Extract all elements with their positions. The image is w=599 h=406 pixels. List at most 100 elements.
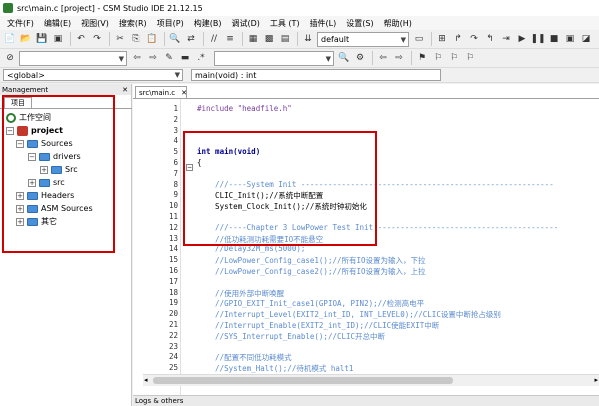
bookmark-next-icon[interactable]: ⚐	[447, 51, 461, 65]
chevron-down-icon: ▼	[400, 35, 406, 44]
arrow-left-icon[interactable]: ⇦	[130, 51, 144, 65]
run-to-cursor-icon[interactable]: ⇥	[499, 32, 513, 46]
horizontal-scrollbar[interactable]: ◂ ▸	[143, 374, 599, 386]
management-title: Management	[2, 85, 49, 94]
cut-icon[interactable]: ✂	[113, 32, 127, 46]
toolbar-separator	[164, 32, 165, 46]
tab-main-c[interactable]: src\main.c ✕	[135, 86, 187, 98]
scroll-right-icon[interactable]: ▸	[594, 376, 598, 384]
line-number: 13	[168, 233, 178, 243]
scope-select[interactable]: <global> ▼	[3, 69, 183, 81]
menu-settings[interactable]: 设置(S)	[341, 18, 378, 29]
download-icon[interactable]: ⇊	[301, 32, 315, 46]
function-select[interactable]: main(void) : int	[191, 69, 441, 81]
search-options-icon[interactable]: ⚙	[353, 51, 367, 65]
toolbar-separator	[70, 32, 71, 46]
line-number: 19	[168, 298, 178, 308]
build-config-value: default	[321, 34, 350, 44]
jump-forward-icon[interactable]: ⇨	[392, 51, 406, 65]
chevron-down-icon: ▼	[174, 71, 180, 79]
app-icon	[3, 3, 13, 13]
line-number: 9	[173, 190, 178, 200]
search-icon[interactable]: 🔍	[337, 51, 351, 65]
save-icon[interactable]: 💾	[35, 32, 49, 46]
step-over-icon[interactable]: ↷	[467, 32, 481, 46]
code-line: //配置不同低功耗模式	[197, 353, 292, 363]
arrow-right-icon[interactable]: ⇨	[146, 51, 160, 65]
toolbar-separator	[242, 32, 243, 46]
scroll-left-icon[interactable]: ◂	[144, 376, 148, 384]
code-completion-icon[interactable]: ⊘	[3, 51, 17, 65]
line-number: 11	[168, 212, 178, 221]
line-number: 14	[168, 244, 178, 254]
scope-value: <global>	[7, 70, 45, 80]
menu-file[interactable]: 文件(F)	[2, 18, 39, 29]
pause-icon[interactable]: ❚❚	[530, 32, 545, 46]
save-all-icon[interactable]: ▣	[51, 32, 65, 46]
undo-icon[interactable]: ↶	[74, 32, 88, 46]
line-number: 16	[168, 266, 178, 275]
regex-icon[interactable]: .*	[194, 51, 208, 65]
close-icon[interactable]: ✕	[181, 89, 187, 97]
line-number-gutter: 1 2 3 4 5 6 7 8 9 10 11 12 13 14 15 16 17 18 19 20 21 22 23 24 2…	[133, 99, 181, 395]
line-number: 23	[168, 341, 178, 351]
paste-icon[interactable]: 📋	[145, 32, 159, 46]
menu-help[interactable]: 帮助(H)	[379, 18, 417, 29]
bookmark-clear-icon[interactable]: ⚐	[463, 51, 477, 65]
build-icon[interactable]: ▦	[246, 32, 260, 46]
redo-icon[interactable]: ↷	[90, 32, 104, 46]
clear-highlight-icon[interactable]: ▬	[178, 51, 192, 65]
debug-window-icon[interactable]: ▣	[563, 32, 577, 46]
code-line: //Interrupt_Level(EXIT2_int_ID, INT_LEVE…	[197, 310, 501, 320]
menu-edit[interactable]: 编辑(E)	[39, 18, 76, 29]
uncomment-icon[interactable]: ≡	[223, 32, 237, 46]
clean-icon[interactable]: ▤	[278, 32, 292, 46]
code-line: //LowPower_Config_case1();//所有IO设置为输入，下拉	[197, 256, 426, 266]
build-config-select[interactable]: default ▼	[317, 31, 409, 47]
step-into-icon[interactable]: ↱	[451, 32, 465, 46]
code-search-select[interactable]: ▼	[19, 50, 127, 66]
replace-icon[interactable]: ⇄	[184, 32, 198, 46]
scrollbar-thumb[interactable]	[153, 377, 453, 384]
find-icon[interactable]: 🔍	[168, 32, 182, 46]
toolbar-separator	[203, 32, 204, 46]
open-folder-icon[interactable]: 📂	[19, 32, 33, 46]
menu-tools[interactable]: 工具 (T)	[265, 18, 305, 29]
copy-icon[interactable]: ⎘	[129, 32, 143, 46]
info-icon[interactable]: ◪	[579, 32, 593, 46]
comment-icon[interactable]: //	[207, 32, 221, 46]
logs-label: Logs & others	[135, 397, 184, 405]
code-line: //使用外部中断唤醒	[197, 288, 285, 298]
close-icon[interactable]: ✕	[122, 86, 128, 94]
line-number: 7	[173, 168, 178, 178]
highlight-icon[interactable]: ✎	[162, 51, 176, 65]
line-number: 18	[168, 287, 178, 297]
logs-panel-tab[interactable]: Logs & others	[133, 395, 599, 406]
bookmark-toggle-icon[interactable]: ⚑	[415, 51, 429, 65]
text-search-select[interactable]: ▼	[214, 50, 334, 66]
menu-plugins[interactable]: 插件(L)	[305, 18, 342, 29]
continue-icon[interactable]: ▶	[515, 32, 529, 46]
management-header: Management ✕	[0, 84, 131, 95]
line-number: 2	[173, 114, 178, 124]
window-title: src\main.c [project] - CSM Studio IDE 21…	[17, 3, 203, 13]
config-icon[interactable]: ▭	[412, 32, 426, 46]
new-file-icon[interactable]: 📄	[3, 32, 17, 46]
code-line: //LowPower_Config_case2();//所有IO设置为输入，上拉	[197, 267, 426, 276]
rebuild-icon[interactable]: ▩	[262, 32, 276, 46]
menu-project[interactable]: 项目(P)	[152, 18, 189, 29]
scope-toolbar: <global> ▼ main(void) : int	[0, 68, 599, 83]
line-number: 25	[168, 363, 178, 373]
jump-back-icon[interactable]: ⇦	[376, 51, 390, 65]
menu-view[interactable]: 视图(V)	[76, 18, 114, 29]
stop-icon[interactable]: ■	[547, 32, 561, 46]
menu-bar: 文件(F) 编辑(E) 视图(V) 搜索(R) 项目(P) 构建(B) 调试(D…	[0, 16, 599, 30]
step-out-icon[interactable]: ↰	[483, 32, 497, 46]
menu-search[interactable]: 搜索(R)	[114, 18, 152, 29]
menu-build[interactable]: 构建(B)	[189, 18, 227, 29]
line-number: 1	[173, 104, 178, 113]
line-number: 4	[173, 136, 178, 146]
bookmark-prev-icon[interactable]: ⚐	[431, 51, 445, 65]
debug-start-icon[interactable]: ⊞	[435, 32, 449, 46]
menu-debug[interactable]: 调试(D)	[226, 18, 264, 29]
